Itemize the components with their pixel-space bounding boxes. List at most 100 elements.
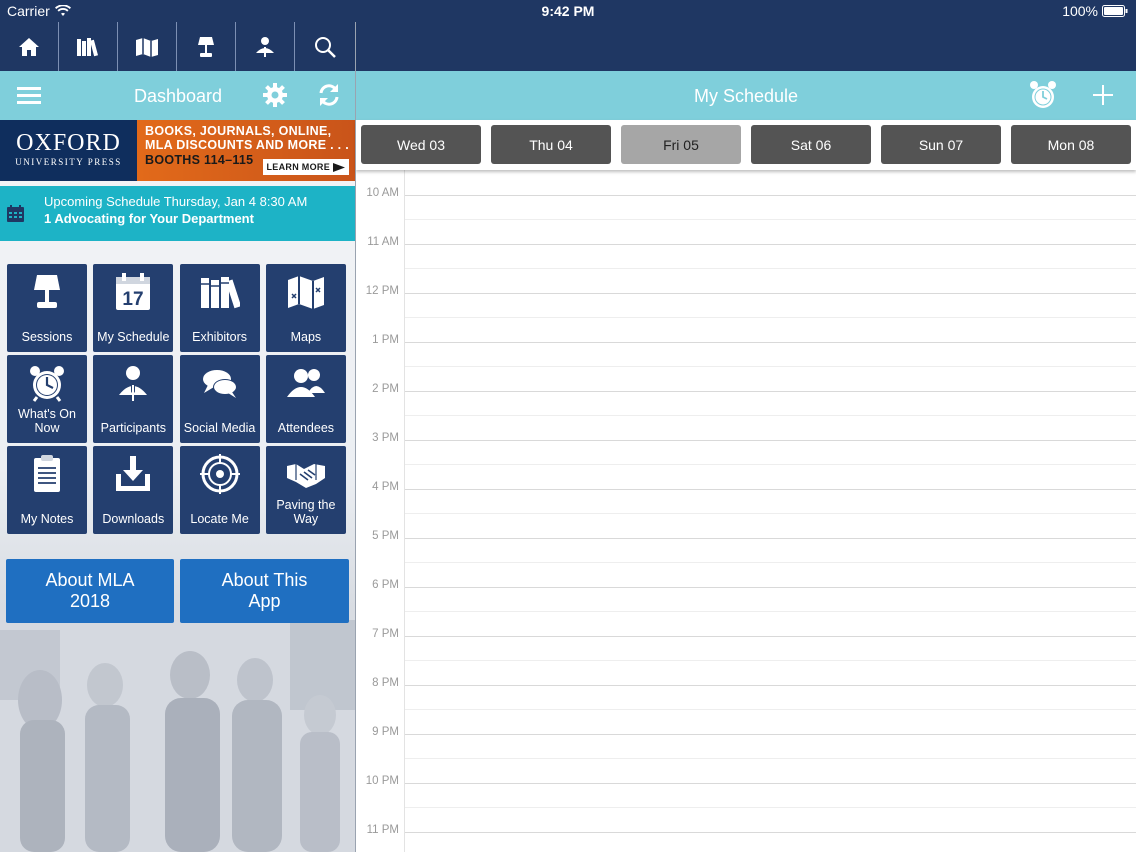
nav-exhibitors-button[interactable] (59, 22, 118, 71)
hour-row: 4 PM (356, 481, 1136, 538)
street-crowd-background (0, 620, 355, 852)
half-hour-line (405, 219, 1136, 220)
alarm-clock-icon[interactable] (1028, 80, 1058, 110)
add-event-icon[interactable] (1092, 84, 1114, 106)
hour-line (405, 685, 1136, 686)
day-button-sun-07[interactable]: Sun 07 (881, 125, 1001, 164)
hour-row: 8 PM (356, 677, 1136, 734)
promo-line-2: MLA DISCOUNTS AND MORE . . . (145, 138, 349, 152)
panel-divider (355, 0, 356, 852)
download-icon (116, 456, 151, 491)
brand-subtitle: UNIVERSITY PRESS (15, 157, 122, 167)
tile-sessions[interactable]: Sessions (7, 264, 87, 352)
hour-row: 10 PM (356, 775, 1136, 832)
half-hour-line (405, 660, 1136, 661)
upcoming-schedule-bar[interactable]: Upcoming Schedule Thursday, Jan 4 8:30 A… (0, 186, 355, 241)
hour-line (405, 636, 1136, 637)
schedule-title: My Schedule (693, 86, 799, 106)
schedule-timeline[interactable]: 10 AM 11 AM 12 PM 1 PM 2 PM 3 PM 4 PM 5 … (356, 170, 1136, 852)
upcoming-session-title: 1 Advocating for Your Department (44, 211, 254, 226)
nav-maps-button[interactable] (118, 22, 177, 71)
status-bar: Carrier 9:42 PM 100% (0, 0, 1136, 22)
hour-row: 10 AM (356, 187, 1136, 244)
day-label: Wed 03 (397, 136, 445, 153)
half-hour-line (405, 611, 1136, 612)
tile-my-notes[interactable]: My Notes (7, 446, 87, 534)
tile-social-media[interactable]: Social Media (179, 355, 260, 443)
tile-label: Locate Me (190, 512, 249, 526)
half-hour-line (405, 562, 1136, 563)
nav-sessions-button[interactable] (177, 22, 236, 71)
day-button-sat-06[interactable]: Sat 06 (751, 125, 871, 164)
tile-label: Maps (290, 330, 322, 344)
hour-label: 4 PM (372, 481, 399, 493)
about-app-button[interactable]: About This App (180, 559, 349, 623)
about-mla-button[interactable]: About MLA 2018 (6, 559, 174, 623)
tile-label: Exhibitors (192, 330, 248, 344)
calendar-icon (7, 205, 24, 222)
tile-whats-on-now[interactable]: What's On Now (7, 355, 87, 443)
nav-search-button[interactable] (295, 22, 354, 71)
dashboard-title: Dashboard (134, 86, 223, 106)
day-button-mon-08[interactable]: Mon 08 (1011, 125, 1131, 164)
tile-label: My Notes (20, 512, 74, 526)
tile-exhibitors[interactable]: Exhibitors (179, 264, 260, 352)
ad-banner[interactable]: OXFORD UNIVERSITY PRESS BOOKS, JOURNALS,… (0, 120, 355, 181)
tile-attendees[interactable]: Attendees (265, 355, 346, 443)
hour-line (405, 489, 1136, 490)
tile-label: Paving the Way (276, 498, 336, 526)
hour-label: 10 PM (365, 775, 399, 787)
tile-label: Sessions (21, 330, 73, 344)
hour-label: 12 PM (365, 285, 399, 297)
hour-line (405, 587, 1136, 588)
tile-label: What's On Now (18, 407, 76, 435)
schedule-panel: My Schedule Wed 03 Thu 04 Fri 05 Sat 06 … (356, 0, 1136, 852)
hour-label: 3 PM (372, 432, 399, 444)
half-hour-line (405, 415, 1136, 416)
tile-paving-the-way[interactable]: Paving the Way (265, 446, 346, 534)
hour-line (405, 440, 1136, 441)
tile-label: My Schedule (97, 330, 170, 344)
hour-row: 12 PM (356, 285, 1136, 342)
tile-label: Social Media (183, 421, 256, 435)
hamburger-menu-icon[interactable] (17, 85, 41, 105)
tile-participants[interactable]: Participants (93, 355, 174, 443)
map-icon (287, 276, 324, 309)
people-icon (286, 369, 325, 397)
about-mla-label: About MLA 2018 (45, 570, 135, 611)
hour-label: 1 PM (372, 334, 399, 346)
nav-participants-button[interactable] (236, 22, 295, 71)
tile-downloads[interactable]: Downloads (93, 446, 174, 534)
day-button-fri-05[interactable]: Fri 05 (621, 125, 741, 164)
learn-more-button[interactable]: LEARN MORE (262, 159, 349, 175)
hour-label: 6 PM (372, 579, 399, 591)
learn-more-label: LEARN MORE (266, 162, 330, 172)
day-button-thu-04[interactable]: Thu 04 (491, 125, 611, 164)
about-app-label: About This App (221, 570, 308, 611)
schedule-nav-bar (356, 22, 1136, 71)
hour-line (405, 538, 1136, 539)
promo-line-1: BOOKS, JOURNALS, ONLINE, (145, 124, 332, 138)
tile-label: Downloads (102, 512, 165, 526)
home-icon (19, 37, 39, 56)
hour-label: 8 PM (372, 677, 399, 689)
hour-row: 6 PM (356, 579, 1136, 636)
tile-my-schedule[interactable]: 17 My Schedule (93, 264, 174, 352)
day-label: Sun 07 (918, 136, 964, 153)
day-label: Fri 05 (663, 136, 699, 153)
half-hour-line (405, 758, 1136, 759)
half-hour-line (405, 268, 1136, 269)
brand-name: OXFORD (16, 130, 121, 156)
gear-icon[interactable] (262, 82, 288, 108)
refresh-icon[interactable] (316, 82, 342, 108)
tile-locate-me[interactable]: Locate Me (179, 446, 260, 534)
hour-label: 11 PM (366, 824, 399, 836)
half-hour-line (405, 317, 1136, 318)
day-button-wed-03[interactable]: Wed 03 (361, 125, 481, 164)
half-hour-line (405, 464, 1136, 465)
nav-home-button[interactable] (0, 22, 59, 71)
day-label: Mon 08 (1047, 136, 1095, 153)
speaker-icon (256, 36, 274, 57)
hour-label: 9 PM (372, 726, 399, 738)
tile-maps[interactable]: Maps (265, 264, 346, 352)
